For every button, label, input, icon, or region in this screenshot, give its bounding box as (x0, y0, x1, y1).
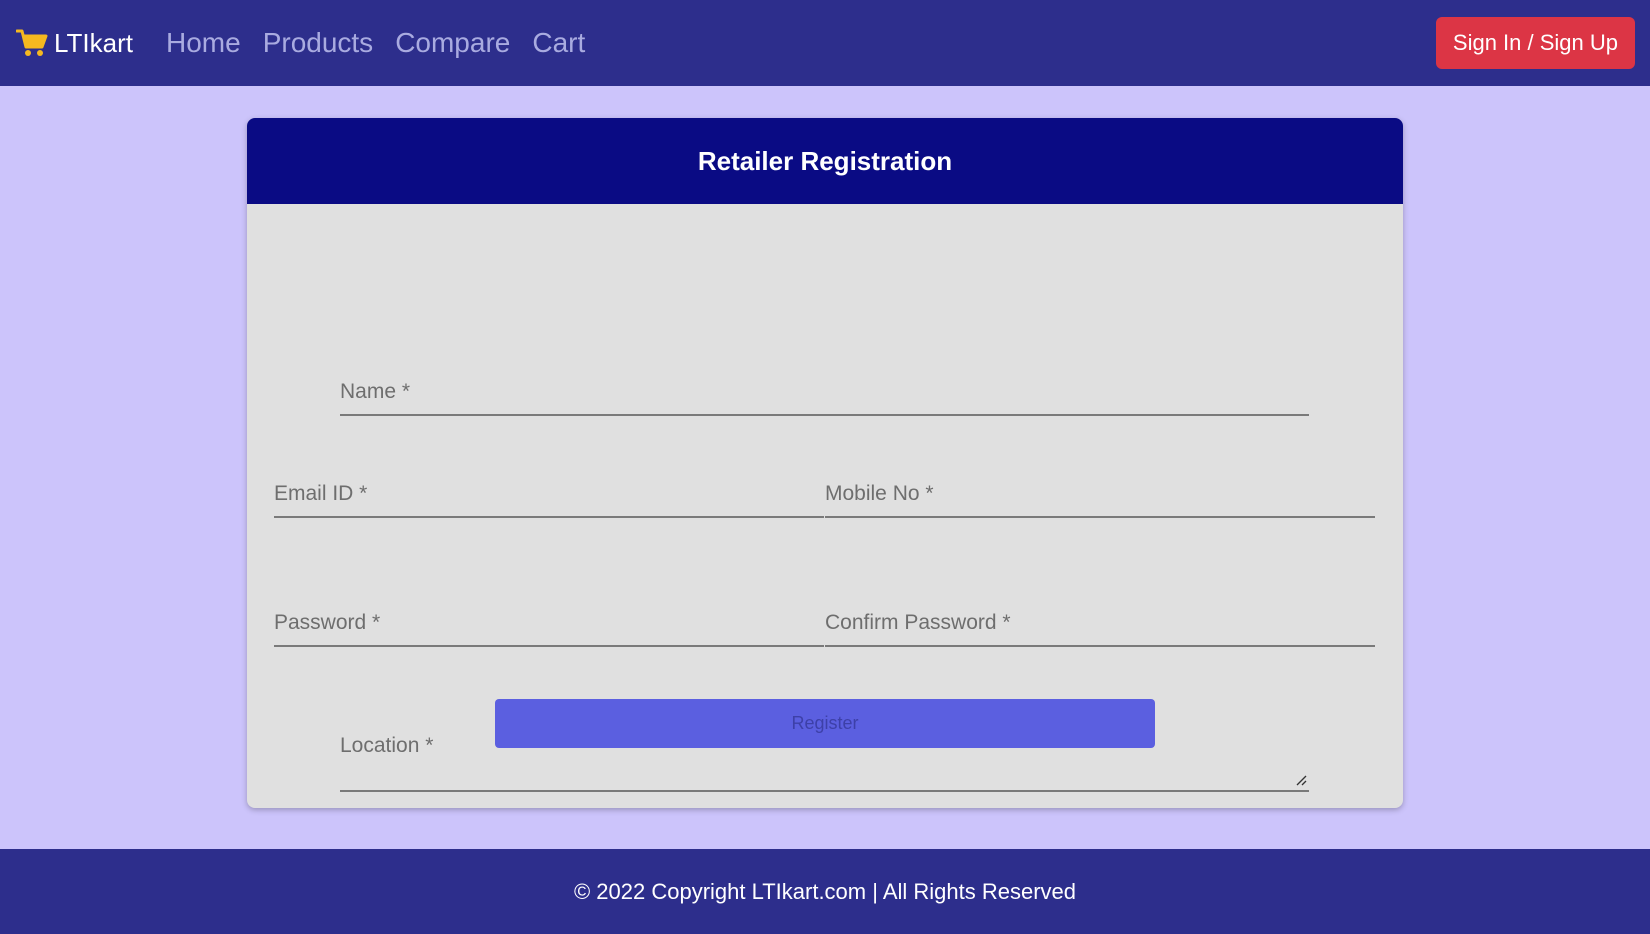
registration-card: Retailer Registration Name * Email ID * … (247, 118, 1403, 808)
name-input[interactable] (340, 385, 1309, 410)
email-field[interactable]: Email ID * (274, 450, 824, 518)
signin-button[interactable]: Sign In / Sign Up (1435, 17, 1635, 69)
location-label: Location * (340, 734, 434, 757)
nav-link-cart[interactable]: Cart (532, 27, 585, 59)
register-button[interactable]: Register (495, 699, 1155, 748)
card-header: Retailer Registration (247, 118, 1403, 204)
footer: © 2022 Copyright LTIkart.com | All Right… (0, 849, 1650, 934)
resize-handle-icon[interactable] (1295, 774, 1307, 786)
mobile-field[interactable]: Mobile No * (825, 450, 1375, 518)
email-input[interactable] (274, 487, 824, 512)
password-field[interactable]: Password * (274, 579, 824, 647)
nav-link-home[interactable]: Home (166, 27, 241, 59)
form-title: Retailer Registration (697, 145, 953, 176)
brand-name: LTIkart (54, 27, 133, 58)
brand-link[interactable]: LTIkart (16, 28, 133, 59)
nav-link-compare[interactable]: Compare (395, 27, 510, 59)
nav-link-products[interactable]: Products (263, 27, 374, 59)
confirm-password-input[interactable] (825, 616, 1375, 641)
name-field[interactable]: Name * (340, 348, 1309, 416)
cart-icon (16, 29, 48, 56)
navbar: LTIkart Home Products Compare Cart Sign … (0, 0, 1650, 86)
confirm-password-field[interactable]: Confirm Password * (825, 579, 1375, 647)
footer-copyright: © 2022 Copyright LTIkart.com | All Right… (573, 878, 1077, 904)
password-input[interactable] (274, 616, 824, 641)
mobile-input[interactable] (825, 487, 1375, 512)
